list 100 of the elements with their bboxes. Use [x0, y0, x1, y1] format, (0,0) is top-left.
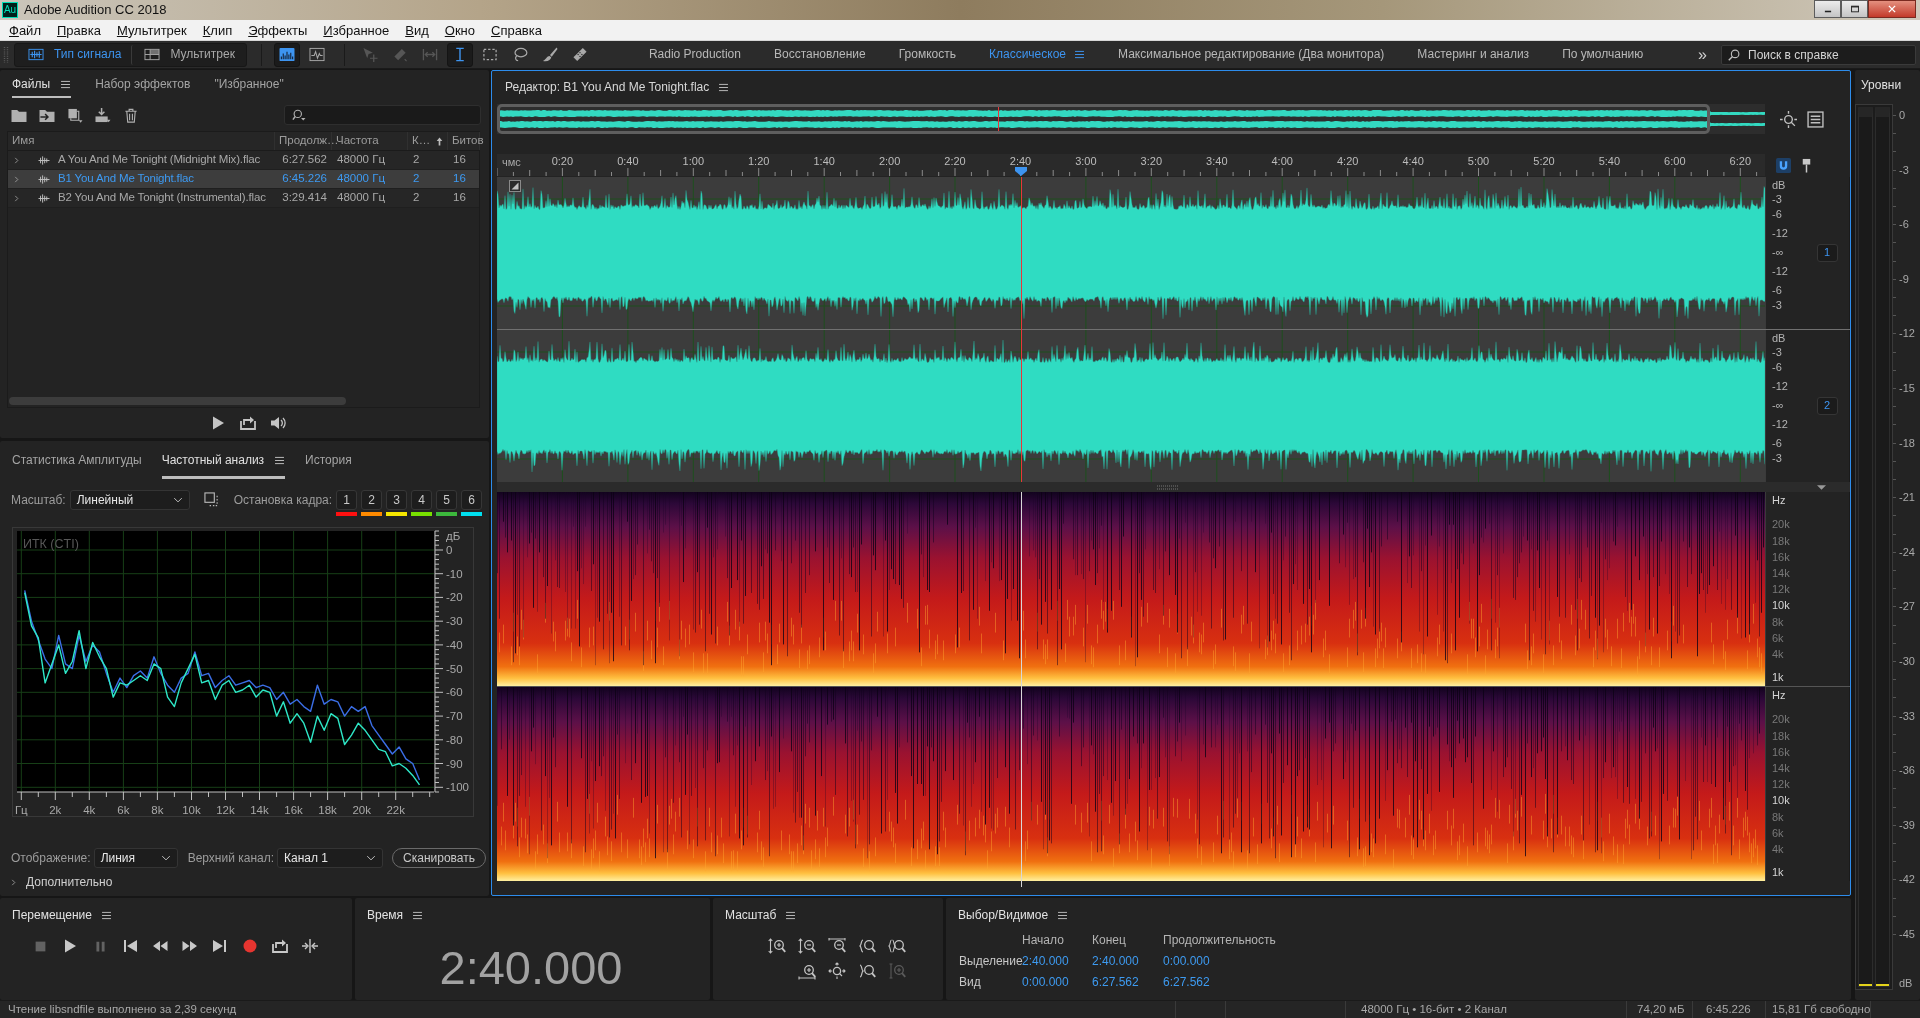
- channel-button[interactable]: 2: [1816, 397, 1838, 415]
- freeze-frame-button[interactable]: 6: [461, 490, 483, 510]
- freeze-frame-button[interactable]: 1: [336, 490, 358, 510]
- panel-tab[interactable]: История: [305, 441, 352, 479]
- folder-arrow-icon[interactable]: [39, 107, 55, 123]
- zoom-out-all-button[interactable]: [828, 963, 846, 979]
- menu-item[interactable]: Файл: [1, 20, 49, 40]
- folder-icon[interactable]: [11, 107, 27, 123]
- zoom-out-full-button[interactable]: [828, 938, 846, 954]
- view-tab[interactable]: Тип сигнала: [16, 44, 132, 65]
- sort-arrow-icon[interactable]: [435, 135, 444, 147]
- view-tab[interactable]: Мультитрек: [131, 44, 245, 65]
- column-header[interactable]: Имя: [12, 134, 35, 148]
- dotted-square-icon[interactable]: [203, 492, 219, 507]
- caret-icon[interactable]: [1817, 484, 1826, 490]
- menu-icon[interactable]: [412, 910, 424, 921]
- horizontal-scrollbar[interactable]: [9, 397, 346, 405]
- workspace-tab[interactable]: Классическое: [989, 47, 1066, 62]
- panel-tab[interactable]: Набор эффектов: [95, 70, 191, 98]
- time-value[interactable]: 2:40.000: [1092, 954, 1139, 968]
- play-button[interactable]: [62, 938, 78, 954]
- zoom-out-point-button[interactable]: [858, 963, 876, 979]
- freeze-frame-button[interactable]: 4: [411, 490, 433, 510]
- fast-forward-button[interactable]: [182, 938, 198, 954]
- more-workspaces-button[interactable]: »: [1690, 44, 1715, 65]
- menu-item[interactable]: Окно: [436, 20, 483, 40]
- timeline-ruler[interactable]: чмс 0:20 0:40 1:00 1:20 1:40 2:00 2:20 2:40 3:00 3:20 3:40 4:00 4:20 4:40 5:00 5:20 5:40 6:00 6:20: [497, 154, 1765, 176]
- skip-to-end-button[interactable]: [212, 938, 228, 954]
- minimize-button[interactable]: [1814, 0, 1841, 18]
- skip-selection-button[interactable]: [302, 938, 318, 954]
- list-box-icon[interactable]: [1807, 110, 1824, 128]
- tray-arrow-icon[interactable]: [95, 107, 111, 123]
- loop-button[interactable]: [272, 938, 288, 954]
- speaker-icon[interactable]: [269, 415, 286, 431]
- menu-item[interactable]: Вид: [397, 20, 437, 40]
- zoom-in-point-button[interactable]: [858, 938, 876, 954]
- record-button[interactable]: [242, 938, 258, 954]
- workspace-tab[interactable]: По умолчанию: [1562, 47, 1644, 62]
- menu-item[interactable]: Избранное: [315, 20, 398, 40]
- channel-dropdown[interactable]: Канал 1: [277, 848, 384, 868]
- rewind-button[interactable]: [152, 938, 168, 954]
- tray-arrow-icon[interactable]: [239, 415, 256, 431]
- magnifier-minus-icon: [828, 938, 846, 954]
- workspace-tab[interactable]: Восстановление: [773, 47, 866, 62]
- zoom-in-time-button[interactable]: [798, 963, 816, 979]
- menu-icon[interactable]: [785, 910, 797, 921]
- freeze-frame-button[interactable]: 2: [361, 490, 383, 510]
- zoom-in-amplitude-button[interactable]: [768, 938, 786, 954]
- freeze-frame-button[interactable]: 5: [436, 490, 458, 510]
- menu-icon[interactable]: [60, 79, 72, 90]
- magnifier-arrows-icon[interactable]: [1780, 110, 1797, 128]
- column-header[interactable]: Частота: [336, 134, 379, 148]
- diagonal-square-icon[interactable]: [509, 180, 521, 192]
- panel-tab[interactable]: Частотный анализ: [161, 441, 286, 479]
- panel-tab[interactable]: Статистика Амплитуды: [12, 441, 142, 479]
- time-value[interactable]: 6:27.562: [1092, 975, 1139, 989]
- menu-item[interactable]: Справка: [483, 20, 550, 40]
- help-search-field[interactable]: Поиск в справке: [1721, 44, 1916, 65]
- grip-icon[interactable]: [1157, 484, 1179, 490]
- panel-tab[interactable]: Файлы: [12, 70, 72, 98]
- time-value[interactable]: 0:00.000: [1022, 975, 1069, 989]
- time-value[interactable]: 2:40.000: [1022, 954, 1069, 968]
- workspace-tab[interactable]: Максимальное редактирование (Два монитора): [1118, 47, 1385, 62]
- trash-icon[interactable]: [123, 107, 139, 123]
- channel-button[interactable]: 1: [1816, 244, 1838, 262]
- scale-label: -12: [1772, 265, 1788, 277]
- workspace-tab[interactable]: Radio Production: [648, 47, 741, 62]
- magnet-icon[interactable]: [1776, 157, 1791, 173]
- menu-item[interactable]: Мультитрек: [108, 20, 195, 40]
- menu-item[interactable]: Правка: [48, 20, 109, 40]
- time-value[interactable]: 0:00.000: [1163, 954, 1210, 968]
- column-header[interactable]: К…: [412, 134, 431, 148]
- time-value[interactable]: 6:27.562: [1163, 975, 1210, 989]
- search-field[interactable]: [284, 105, 481, 125]
- skip-to-start-button[interactable]: [122, 938, 138, 954]
- menu-icon[interactable]: [718, 81, 730, 93]
- menu-icon[interactable]: [1074, 49, 1085, 60]
- time-selection-tool-button[interactable]: [446, 42, 473, 67]
- menu-icon[interactable]: [101, 910, 112, 921]
- workspace-tab[interactable]: Мастеринг и анализ: [1417, 47, 1530, 62]
- file-row[interactable]: B1 You And Me Tonight.flac 6:45.226 48000 Гц 2 16: [8, 170, 479, 189]
- scale-label: -3: [1772, 299, 1782, 311]
- section-toggle[interactable]: Дополнительно: [26, 874, 113, 890]
- maximize-button[interactable]: [1841, 0, 1868, 18]
- menu-item[interactable]: Клип: [194, 20, 241, 40]
- menu-item[interactable]: Эффекты: [240, 20, 316, 40]
- menu-icon[interactable]: [274, 455, 286, 466]
- workspace-tab[interactable]: Громкость: [898, 47, 956, 62]
- close-button[interactable]: [1868, 0, 1916, 18]
- menu-icon[interactable]: [1057, 910, 1069, 921]
- display-dropdown[interactable]: Линия: [93, 848, 178, 868]
- waveform-display-button[interactable]: [273, 42, 300, 67]
- page-caret-icon[interactable]: [67, 107, 83, 123]
- table-cell-text: 6:27.562: [281, 152, 328, 168]
- zoom-out-amplitude-button[interactable]: [798, 938, 816, 954]
- freeze-frame-button[interactable]: 3: [386, 490, 408, 510]
- panel-tab[interactable]: "Избранное": [214, 70, 284, 98]
- zoom-selection-button[interactable]: [888, 938, 906, 954]
- column-header[interactable]: Битов: [452, 134, 484, 148]
- scale-dropdown[interactable]: Линейный: [69, 490, 190, 510]
